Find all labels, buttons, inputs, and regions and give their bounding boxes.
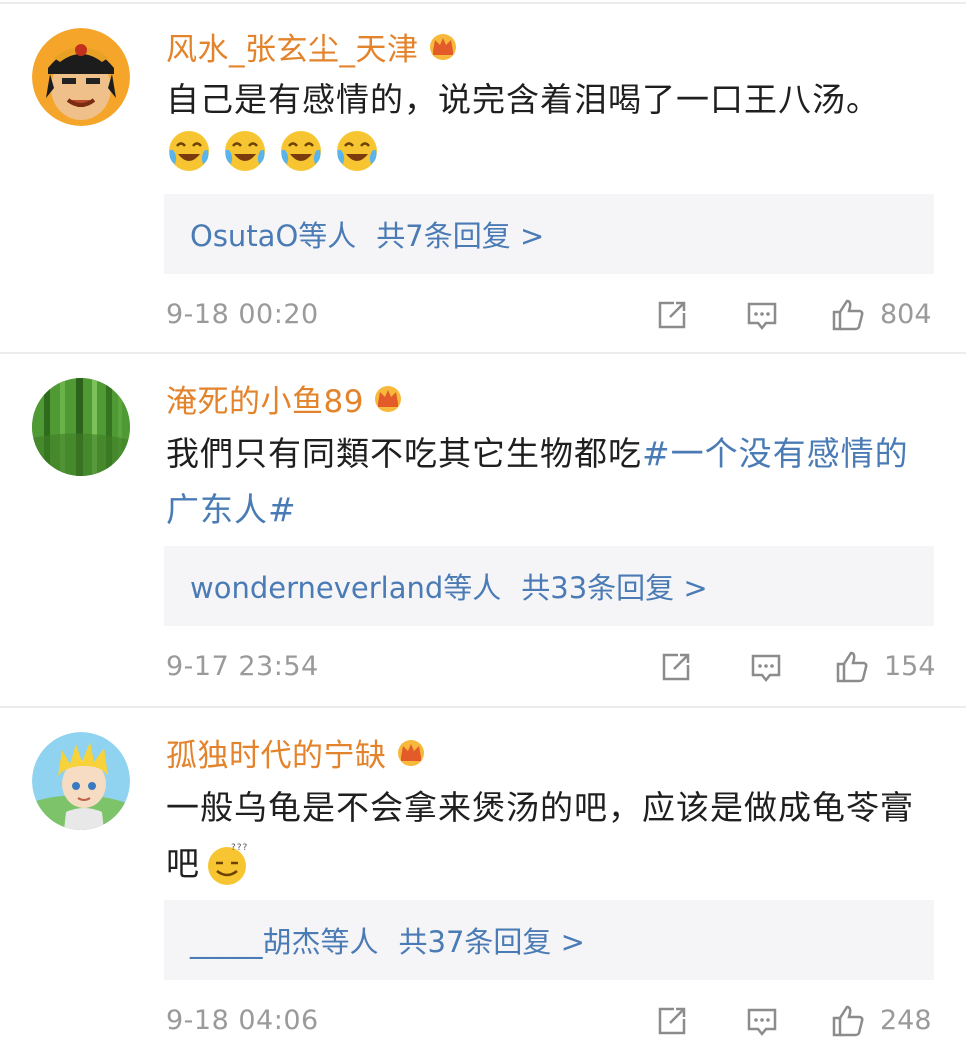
replies-users[interactable]: wonderneverland等人 [190,565,501,607]
comment-text-line: 自己是有感情的，说完含着泪喝了一口王八汤。 [166,80,880,119]
comment-text-plain: 我們只有同類不吃其它生物都吃 [166,434,642,473]
replies-users[interactable]: _____胡杰等人 [190,919,379,961]
comment-text-line: 一般乌龟是不会拿来煲汤的吧，应该是做成龟苓膏 [166,788,914,827]
username-row: 孤独时代的宁缺 [166,730,429,774]
crown-icon [393,737,429,767]
share-icon[interactable] [654,297,690,333]
laugh-cry-icon [278,128,324,174]
emoji-row [166,128,380,174]
timestamp: 9-17 23:54 [166,651,319,682]
username[interactable]: 孤独时代的宁缺 [166,730,387,775]
username[interactable]: 淹死的小鱼89 [166,376,364,421]
avatar[interactable] [32,28,130,126]
hashtag-link[interactable]: #一个没有感情的 [642,434,909,473]
comment-text: 自己是有感情的，说完含着泪喝了一口王八汤。 [166,72,936,128]
replies-preview[interactable]: wonderneverland等人 共33条回复 > [164,546,934,626]
timestamp: 9-18 00:20 [166,299,319,330]
comment-item: 孤独时代的宁缺 一般乌龟是不会拿来煲汤的吧，应该是做成龟苓膏 吧 ??? ___… [0,706,966,1052]
timestamp: 9-18 04:06 [166,1005,319,1036]
comment-meta: 9-17 23:54 154 [0,642,966,692]
comment-item: 淹死的小鱼89 我們只有同類不吃其它生物都吃#一个没有感情的 广东人# wond… [0,352,966,706]
comment-meta: 9-18 04:06 248 [0,996,966,1046]
laugh-cry-icon [222,128,268,174]
like-count: 804 [880,299,932,330]
comment-icon[interactable] [744,1003,780,1039]
like-count: 248 [880,1005,932,1036]
avatar[interactable] [32,378,130,476]
comment-item: 风水_张玄尘_天津 自己是有感情的，说完含着泪喝了一口王八汤。 OsutaO等人… [0,0,966,352]
replies-users[interactable]: OsutaO等人 [190,213,356,255]
comment-icon[interactable] [744,297,780,333]
like-icon[interactable] [834,649,870,685]
comment-icon[interactable] [748,649,784,685]
hashtag-link[interactable]: 广东人# [166,490,297,529]
username-row: 风水_张玄尘_天津 [166,24,461,68]
replies-count[interactable]: 共37条回复 > [399,919,585,961]
like-count: 154 [884,651,936,682]
svg-text:???: ??? [231,843,248,853]
username[interactable]: 风水_张玄尘_天津 [166,24,419,69]
laugh-cry-icon [166,128,212,174]
comment-text-line: 吧 [166,844,200,883]
laugh-cry-icon [334,128,380,174]
comment-meta: 9-18 00:20 804 [0,290,966,340]
crown-icon [425,31,461,61]
replies-preview[interactable]: _____胡杰等人 共37条回复 > [164,900,934,980]
share-icon[interactable] [654,1003,690,1039]
share-icon[interactable] [658,649,694,685]
like-icon[interactable] [830,297,866,333]
comment-text: 一般乌龟是不会拿来煲汤的吧，应该是做成龟苓膏 吧 ??? [166,780,936,892]
avatar[interactable] [32,732,130,830]
replies-count[interactable]: 共7条回复 > [376,213,544,255]
sweat-smile-icon: ??? [204,841,250,887]
replies-preview[interactable]: OsutaO等人 共7条回复 > [164,194,934,274]
replies-count[interactable]: 共33条回复 > [521,565,707,607]
username-row: 淹死的小鱼89 [166,376,406,420]
crown-icon [370,383,406,413]
comment-text: 我們只有同類不吃其它生物都吃#一个没有感情的 广东人# [166,426,936,538]
like-icon[interactable] [830,1003,866,1039]
